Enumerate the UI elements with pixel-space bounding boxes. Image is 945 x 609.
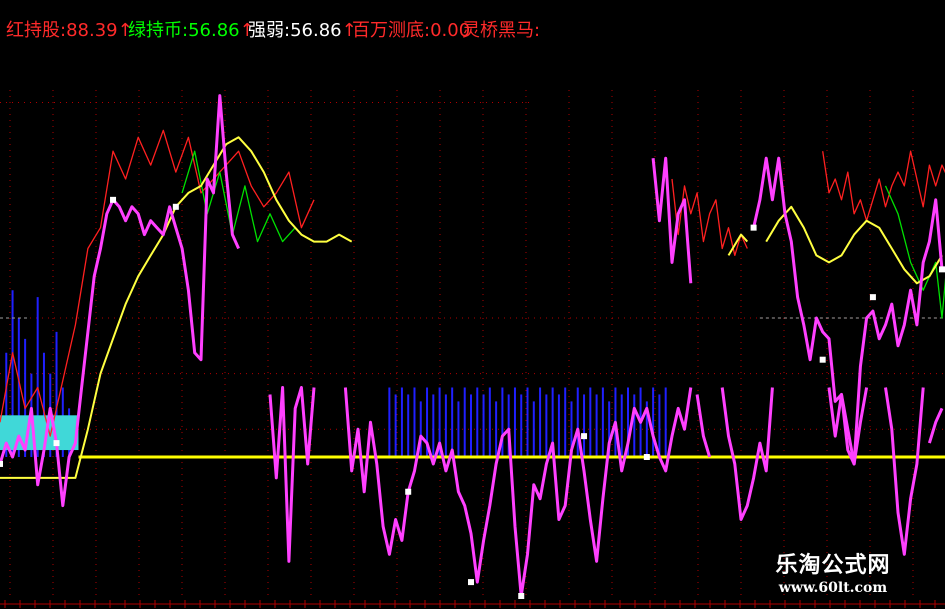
header-item-2: 强弱:56.86↑ [248,16,357,42]
watermark-title: 乐淘公式网 [775,553,891,578]
header-value: 56.86 [188,20,240,41]
magenta-line [927,407,944,444]
reference-lines [0,317,945,459]
point-marker [0,460,3,467]
grid-lines [0,90,945,596]
red-line [0,129,315,437]
red-line [822,150,945,222]
green-line [181,150,296,243]
point-marker [750,224,757,231]
header-value: 88.39 [66,20,118,41]
magenta-line [752,156,944,466]
magenta-line [695,394,712,458]
watermark-url: www.60lt.com [778,580,888,596]
line-series [0,94,945,598]
magenta-line [0,94,240,508]
header-item-0: 红持股:88.39↑ [6,16,133,42]
cyan-band [0,415,79,451]
point-marker [518,593,525,599]
point-marker [581,433,588,440]
point-marker [53,440,60,447]
point-marker [468,579,474,586]
point-marker [643,454,650,460]
magenta-line [884,387,925,556]
point-marker [172,203,179,210]
magenta-line [720,387,774,521]
header-label: 红持股: [6,20,67,41]
header-label: 灵桥黑马: [462,20,541,41]
watermark: 乐淘公式网 www.60lt.com [757,553,909,605]
header-item-3: 百万测底:0.00 [352,16,470,42]
header-item-1: 绿持币:56.86↑ [128,16,255,42]
indicator-chart [0,90,945,608]
point-marker [939,266,945,273]
point-marker [405,488,412,495]
point-marker [819,356,826,363]
header-label: 强弱: [248,20,291,41]
blue-bar-series [5,290,667,457]
point-marker [869,294,876,301]
indicator-header: 红持股:88.39↑ 绿持币:56.86↑ 强弱:56.86↑ 百万测底:0.0… [0,0,945,46]
magenta-line [268,386,316,563]
header-label: 绿持币: [128,20,189,41]
magenta-line [651,156,693,284]
point-marker [110,196,117,203]
header-label: 百万测底: [352,20,431,41]
header-item-4: 灵桥黑马: [462,16,540,42]
header-value: 56.86 [290,20,342,41]
cyan-band-rect [0,415,79,451]
